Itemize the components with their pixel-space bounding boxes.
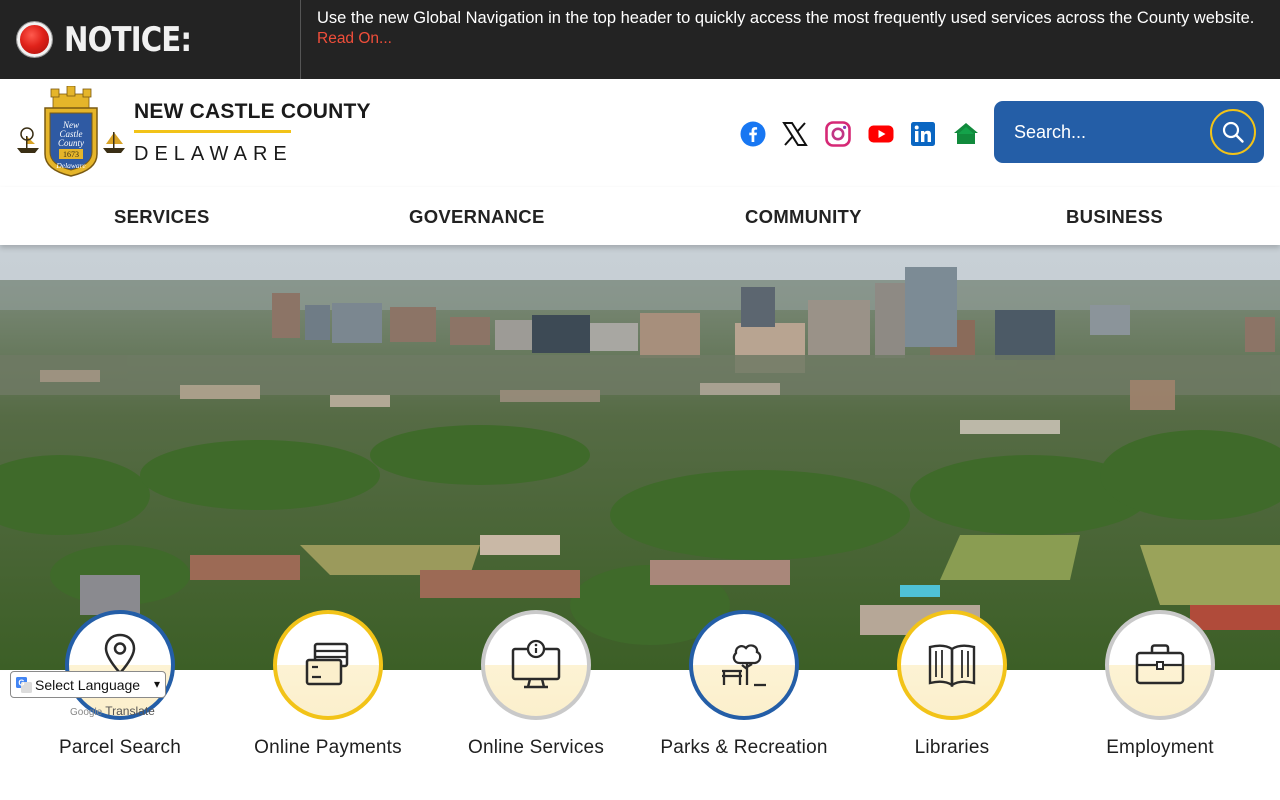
notice-message: Use the new Global Navigation in the top… [317,9,1255,27]
language-select-label: Select Language [35,676,141,693]
notice-content: Use the new Global Navigation in the top… [301,0,1280,79]
translate-link[interactable]: Translate [105,704,155,718]
google-wordmark: Google [70,707,103,718]
home-icon[interactable] [953,121,979,147]
quick-link-circle [273,610,383,720]
quick-link-label: Libraries [914,737,990,758]
quick-links: Parcel Search Online Payments Online Ser… [0,610,1280,800]
quick-link-parks-recreation[interactable]: Parks & Recreation [640,610,848,759]
notice-banner: NOTICE: Use the new Global Navigation in… [0,0,1280,79]
brand-divider [134,130,291,133]
svg-text:County: County [58,138,84,148]
county-seal-logo: New Castle County 1673 Delaware [17,86,125,177]
quick-link-online-payments[interactable]: Online Payments [224,610,432,759]
search-box [994,101,1264,163]
svg-text:1673: 1673 [63,150,79,159]
monitor-info-icon [511,639,561,689]
nav-item-business[interactable]: BUSINESS [1066,206,1163,228]
notice-title: NOTICE: [64,19,192,60]
chevron-down-icon: ▾ [153,677,160,691]
quick-link-label: Online Payments [254,737,402,758]
quick-link-circle [689,610,799,720]
nav-item-services[interactable]: SERVICES [114,206,210,228]
quick-link-circle [897,610,1007,720]
powered-by-google: Google Translate [70,704,155,718]
alert-dot-icon [17,22,52,57]
main-nav: SERVICES GOVERNANCE COMMUNITY BUSINESS [0,187,1280,245]
quick-link-label: Employment [1106,737,1214,758]
hero-image [0,245,1280,670]
open-book-icon [928,644,976,688]
svg-text:G: G [18,679,24,688]
park-bench-tree-icon [722,644,766,687]
quick-link-label: Parcel Search [59,737,181,758]
search-icon [1222,121,1244,143]
facebook-icon[interactable] [740,121,766,147]
language-select[interactable]: G Select Language ▾ [10,671,166,698]
nav-item-community[interactable]: COMMUNITY [745,206,862,228]
translate-widget: G Select Language ▾ Google Translate [10,671,166,719]
search-button[interactable] [1210,109,1256,155]
notice-read-on-link[interactable]: Read On... [317,30,392,48]
briefcase-icon [1135,644,1185,685]
instagram-icon[interactable] [825,121,851,147]
site-header: New Castle County 1673 Delaware NEW CAST… [0,79,1280,187]
notice-label-area: NOTICE: [0,0,301,79]
google-translate-icon: G [16,677,32,693]
x-icon[interactable] [782,121,808,147]
quick-link-label: Parks & Recreation [660,737,828,758]
linkedin-icon[interactable] [910,121,936,147]
quick-link-circle [1105,610,1215,720]
quick-link-employment[interactable]: Employment [1056,610,1264,759]
svg-text:Delaware: Delaware [55,161,86,170]
quick-link-circle [481,610,591,720]
quick-link-libraries[interactable]: Libraries [848,610,1056,759]
youtube-icon[interactable] [868,121,894,147]
quick-link-online-services[interactable]: Online Services [432,610,640,759]
nav-item-governance[interactable]: GOVERNANCE [409,206,545,228]
brand-subtitle: DELAWARE [134,143,293,165]
brand-name: NEW CASTLE COUNTY [134,100,371,123]
search-input[interactable] [1004,113,1194,151]
city-aerial-photo [0,245,1280,670]
quick-link-label: Online Services [467,737,605,758]
credit-card-icon [305,642,349,686]
